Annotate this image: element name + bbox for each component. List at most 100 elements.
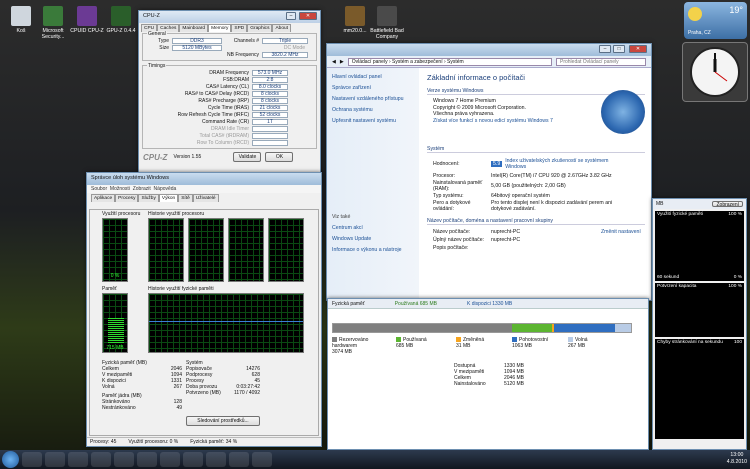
memory-size: 5120 MBytes bbox=[172, 44, 222, 51]
close-button[interactable]: ✕ bbox=[299, 12, 317, 20]
taskbar-controlpanel-icon[interactable] bbox=[206, 452, 226, 467]
copyright-text: Copyright © 2009 Microsoft Corporation. … bbox=[433, 104, 526, 118]
tab-performance[interactable]: Výkon bbox=[158, 194, 179, 202]
desktop-icon-security[interactable]: Microsoft Security... bbox=[34, 6, 72, 40]
cpuz-version: Version 1.55 bbox=[173, 154, 202, 160]
sidebar-item-protection[interactable]: Ochrana systému bbox=[332, 107, 414, 113]
taskbar-vlc-icon[interactable] bbox=[114, 452, 134, 467]
task-manager-titlebar[interactable]: Správce úloh systému Windows bbox=[87, 173, 321, 185]
sidebar-item-action-center[interactable]: Centrum akcí bbox=[332, 225, 414, 231]
ram-label: Nainstalovaná paměť (RAM): bbox=[433, 180, 483, 192]
timing-label: CAS# Latency (CL) bbox=[205, 83, 249, 90]
sidebar-item-advanced[interactable]: Upřesnit nastavení systému bbox=[332, 118, 414, 124]
cpu-history-graph-1 bbox=[148, 218, 184, 282]
taskbar-icq-icon[interactable] bbox=[45, 452, 65, 467]
taskbar-resmon-icon[interactable] bbox=[252, 452, 272, 467]
rating-label: Hodnocení: bbox=[433, 161, 460, 167]
start-button[interactable] bbox=[2, 451, 19, 468]
sidebar-item-performance[interactable]: Informace o výkonu a nástroje bbox=[332, 247, 414, 253]
minimize-button[interactable]: – bbox=[286, 12, 296, 20]
forward-arrow-icon[interactable]: ▶ bbox=[340, 59, 344, 65]
taskbar-media-icon[interactable] bbox=[91, 452, 111, 467]
system-type-value: 64bitový operační systém bbox=[491, 193, 550, 199]
close-button[interactable]: ✕ bbox=[629, 45, 647, 53]
tab-about[interactable]: About bbox=[272, 24, 292, 32]
timing-label: Command Rate (CR) bbox=[202, 118, 249, 125]
menu-file[interactable]: Soubor bbox=[91, 186, 107, 192]
memory-history-graph bbox=[148, 293, 304, 353]
taskbar-app-icon[interactable] bbox=[137, 452, 157, 467]
more-features-link[interactable]: Získat více funkcí s novou edicí systému… bbox=[433, 118, 623, 125]
maximize-button[interactable]: □ bbox=[613, 45, 625, 53]
tab-networking[interactable]: Sítě bbox=[178, 194, 193, 202]
taskbar-cpuz-icon[interactable] bbox=[183, 452, 203, 467]
minimize-button[interactable]: – bbox=[599, 45, 611, 53]
sidebar-item-windows-update[interactable]: Windows Update bbox=[332, 236, 414, 242]
system-type-label: Typ systému: bbox=[433, 193, 464, 199]
system-section-title: Systém bbox=[427, 146, 645, 153]
menu-bar: Soubor Možnosti Zobrazit Nápověda bbox=[87, 185, 321, 193]
timings-group: Timings DRAM Frequency 573.0 MHz FSB:DRAM 2… bbox=[142, 63, 317, 149]
taskbar-taskmgr-icon[interactable] bbox=[229, 452, 249, 467]
ok-button[interactable]: OK bbox=[265, 152, 294, 162]
breadcrumb[interactable]: Ovládací panely › Systém a zabezpečení ›… bbox=[347, 57, 552, 66]
timing-label: DRAM Idle Timer bbox=[210, 125, 249, 132]
timing-label: RAS# Precharge (tRP) bbox=[198, 97, 249, 104]
system-clock[interactable]: 13:00 4.8.2010 bbox=[727, 452, 747, 466]
tab-processes[interactable]: Procesy bbox=[115, 194, 139, 202]
task-manager-window: Správce úloh systému Windows Soubor Možn… bbox=[86, 172, 322, 447]
system-table: Systém Popisovače 14276 Podprocesy 628 Pro… bbox=[186, 360, 260, 396]
timing-label: Cycle Time (tRAS) bbox=[207, 104, 249, 111]
taskbar-game-icon[interactable] bbox=[160, 452, 180, 467]
tab-applications[interactable]: Aplikace bbox=[91, 194, 116, 202]
timing-row: DRAM Idle Timer bbox=[146, 125, 313, 132]
bar-free bbox=[615, 324, 631, 332]
view-dropdown[interactable]: Zobrazení bbox=[712, 201, 743, 208]
taskbar-explorer-icon[interactable] bbox=[68, 452, 88, 467]
resource-monitor-button[interactable]: Sledování prostředků... bbox=[186, 416, 260, 426]
timing-row: CAS# Latency (CL) 8.0 clocks bbox=[146, 83, 313, 90]
sidebar-item-device-manager[interactable]: Správce zařízení bbox=[332, 85, 414, 91]
sidebar-item-remote[interactable]: Nastavení vzdáleného přístupu bbox=[332, 96, 414, 102]
system-window-titlebar[interactable]: – □ ✕ bbox=[327, 44, 651, 56]
rating-link[interactable]: Index uživatelských zkušeností se systém… bbox=[505, 158, 615, 170]
resource-monitor-graphs: MB Zobrazení Využití fyzické paměti 100 … bbox=[652, 198, 747, 450]
physical-memory-header[interactable]: Fyzická paměť Používaná 685 MB K dispozi… bbox=[328, 299, 648, 309]
cpu-history-label: Historie využití procesoru bbox=[148, 211, 205, 217]
cpuz-icon bbox=[77, 6, 97, 26]
timing-value: 1T bbox=[252, 118, 288, 125]
tab-memory[interactable]: Memory bbox=[208, 24, 232, 32]
weather-gadget[interactable]: 19° Praha, CZ bbox=[684, 2, 747, 39]
tab-services[interactable]: Služby bbox=[138, 194, 159, 202]
tab-graphics[interactable]: Graphics bbox=[247, 24, 273, 32]
timing-row: Command Rate (CR) 1T bbox=[146, 118, 313, 125]
cpuz-titlebar[interactable]: CPU-Z – ✕ bbox=[139, 11, 320, 23]
tab-spd[interactable]: SPD bbox=[231, 24, 248, 32]
search-input[interactable]: Prohledat Ovládací panely bbox=[556, 57, 646, 66]
cpuz-footer: CPU-Z Version 1.55 Validate OK bbox=[139, 150, 320, 164]
change-settings-link[interactable]: Změnit nastavení bbox=[601, 229, 641, 235]
menu-view[interactable]: Zobrazit bbox=[133, 186, 151, 192]
taskbar-firefox-icon[interactable] bbox=[22, 452, 42, 467]
timing-value: 8.0 clocks bbox=[252, 83, 288, 90]
cpuz-window: CPU-Z – ✕ CPU Caches Mainboard Memory SP… bbox=[138, 10, 321, 186]
menu-help[interactable]: Nápověda bbox=[154, 186, 177, 192]
timing-value bbox=[252, 125, 288, 132]
pen-label: Pero a dotykové ovládání: bbox=[433, 200, 471, 212]
timing-value: 573.0 MHz bbox=[252, 69, 288, 76]
menu-options[interactable]: Možnosti bbox=[110, 186, 130, 192]
sidebar-home-link[interactable]: Hlavní ovládací panel bbox=[332, 74, 414, 80]
cpu-usage-label: Využití procesoru bbox=[102, 211, 141, 217]
tab-users[interactable]: Uživatelé bbox=[192, 194, 219, 202]
battlefield-icon bbox=[377, 6, 397, 26]
recycle-bin-icon bbox=[11, 6, 31, 26]
pc-name-label: Název počítače: bbox=[433, 229, 471, 235]
desktop-icon-gpuz[interactable]: GPU-Z 0.4.4 bbox=[102, 6, 140, 34]
desktop-icon-battlefield[interactable]: Battlefield Bad Company bbox=[368, 6, 406, 40]
validate-button[interactable]: Validate bbox=[233, 152, 262, 162]
tab-mainboard[interactable]: Mainboard bbox=[179, 24, 209, 32]
task-manager-title: Správce úloh systému Windows bbox=[91, 175, 169, 181]
back-arrow-icon[interactable]: ◀ bbox=[332, 59, 336, 65]
clock-gadget[interactable] bbox=[682, 42, 748, 102]
desktop-icon-cpuz[interactable]: CPUID CPU-Z bbox=[68, 6, 106, 34]
